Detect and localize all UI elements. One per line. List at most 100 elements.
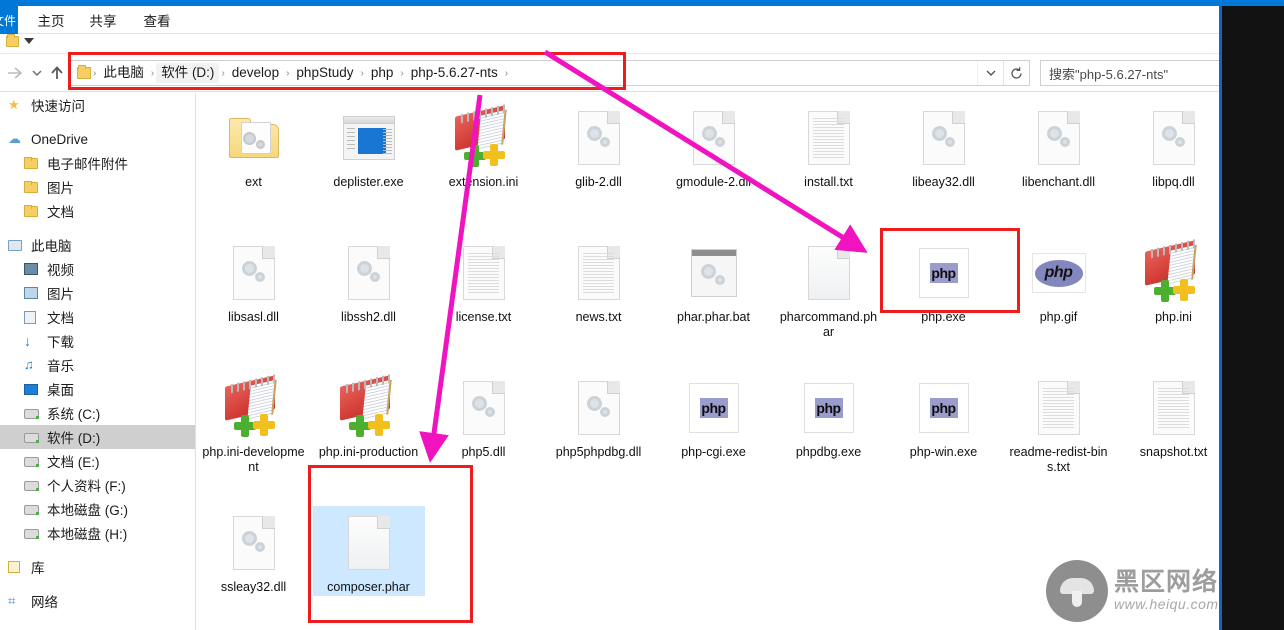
folder-icon[interactable] bbox=[6, 34, 19, 47]
sidebar-item-23[interactable]: ⌗ 网络 bbox=[0, 589, 195, 613]
breadcrumb-item-2[interactable]: develop bbox=[227, 63, 284, 83]
file-item[interactable]: php.ini-production bbox=[311, 367, 426, 502]
file-item[interactable]: ssleay32.dll bbox=[196, 502, 311, 630]
tab-view[interactable]: 查看 bbox=[134, 6, 180, 34]
plain-file-icon bbox=[337, 508, 401, 578]
sidebar-item-0[interactable]: ★ 快速访问 bbox=[0, 93, 195, 117]
file-name-label: extension.ini bbox=[448, 175, 519, 189]
sidebar-item-3[interactable]: 电子邮件附件 bbox=[0, 151, 195, 175]
address-bar[interactable]: › 此电脑 › 软件 (D:) › develop › phpStudy › php › php-5.… bbox=[70, 60, 1030, 86]
folder-icon bbox=[24, 179, 41, 195]
file-name-label: pharcommand.phar bbox=[779, 310, 878, 339]
notepadpp-icon bbox=[337, 373, 401, 443]
file-item[interactable]: php5phpdbg.dll bbox=[541, 367, 656, 502]
music-icon: ♫ bbox=[24, 357, 34, 372]
tab-view-label: 查看 bbox=[143, 14, 171, 29]
file-name-label: install.txt bbox=[804, 175, 853, 189]
file-item[interactable]: php.ini-development bbox=[196, 367, 311, 502]
file-name-label: deplister.exe bbox=[333, 175, 404, 189]
sidebar-item-label: 个人资料 (F:) bbox=[47, 479, 126, 494]
sidebar-item-11[interactable]: ↓ 下载 bbox=[0, 329, 195, 353]
file-item[interactable]: phar.phar.bat bbox=[656, 232, 771, 367]
file-item[interactable]: install.txt bbox=[771, 97, 886, 232]
file-name-label: ext bbox=[245, 175, 262, 189]
file-item[interactable]: php.ini bbox=[1116, 232, 1231, 367]
file-item[interactable]: snapshot.txt bbox=[1116, 367, 1231, 502]
chevron-down-icon[interactable] bbox=[28, 62, 46, 84]
file-item[interactable]: php phpdbg.exe bbox=[771, 367, 886, 502]
sidebar-item-14[interactable]: 系统 (C:) bbox=[0, 401, 195, 425]
tab-share[interactable]: 共享 bbox=[80, 6, 126, 34]
drive-icon bbox=[24, 477, 41, 493]
sidebar-item-16[interactable]: 文档 (E:) bbox=[0, 449, 195, 473]
file-item[interactable]: php php-win.exe bbox=[886, 367, 1001, 502]
file-item[interactable]: libsasl.dll bbox=[196, 232, 311, 367]
dll-gears-icon bbox=[1142, 103, 1206, 173]
caret-down-icon[interactable] bbox=[24, 38, 34, 44]
file-item[interactable]: php5.dll bbox=[426, 367, 541, 502]
sidebar-item-7[interactable]: 此电脑 bbox=[0, 233, 195, 257]
sidebar-item-10[interactable]: 文档 bbox=[0, 305, 195, 329]
file-item[interactable]: extension.ini bbox=[426, 97, 541, 232]
sidebar-item-12[interactable]: ♫ 音乐 bbox=[0, 353, 195, 377]
sidebar-item-4[interactable]: 图片 bbox=[0, 175, 195, 199]
file-item[interactable]: php php-cgi.exe bbox=[656, 367, 771, 502]
breadcrumb-item-0[interactable]: 此电脑 bbox=[98, 63, 149, 83]
file-item[interactable]: php php.gif bbox=[1001, 232, 1116, 367]
sidebar-item-label: 库 bbox=[31, 561, 45, 576]
file-item[interactable]: php php.exe bbox=[886, 232, 1001, 367]
sidebar-item-17[interactable]: 个人资料 (F:) bbox=[0, 473, 195, 497]
file-item[interactable]: libeay32.dll bbox=[886, 97, 1001, 232]
file-item[interactable]: readme-redist-bins.txt bbox=[1001, 367, 1116, 502]
search-input[interactable]: 搜索"php-5.6.27-nts" bbox=[1041, 64, 1213, 83]
file-item[interactable]: libpq.dll bbox=[1116, 97, 1231, 232]
file-item[interactable]: pharcommand.phar bbox=[771, 232, 886, 367]
notepadpp-icon bbox=[1142, 238, 1206, 308]
file-item[interactable]: news.txt bbox=[541, 232, 656, 367]
breadcrumb-separator: › bbox=[400, 67, 404, 79]
tab-file[interactable]: 文件 bbox=[0, 6, 18, 34]
arrow-right-icon[interactable] bbox=[3, 62, 27, 84]
breadcrumb-item-1[interactable]: 软件 (D:) bbox=[156, 63, 220, 83]
sidebar-item-8[interactable]: 视频 bbox=[0, 257, 195, 281]
file-item[interactable]: composer.phar bbox=[311, 502, 426, 630]
sidebar-item-5[interactable]: 文档 bbox=[0, 199, 195, 223]
tab-home[interactable]: 主页 bbox=[28, 6, 74, 34]
dll-gears-icon bbox=[337, 238, 401, 308]
file-name-label: php.exe bbox=[921, 310, 966, 324]
library-icon bbox=[8, 559, 25, 575]
file-item[interactable]: ext bbox=[196, 97, 311, 232]
breadcrumb-item-3[interactable]: phpStudy bbox=[291, 63, 358, 83]
arrow-up-icon[interactable] bbox=[46, 62, 68, 84]
video-icon bbox=[24, 261, 41, 277]
sidebar-item-15[interactable]: 软件 (D:) bbox=[0, 425, 195, 449]
sidebar-item-13[interactable]: 桌面 bbox=[0, 377, 195, 401]
file-item[interactable]: license.txt bbox=[426, 232, 541, 367]
file-list-pane[interactable]: ext deplister.exe extension.ini glib-2.dll g… bbox=[196, 93, 1284, 630]
breadcrumb-item-5[interactable]: php-5.6.27-nts bbox=[406, 63, 503, 83]
php-exe-icon: php bbox=[797, 373, 861, 443]
sidebar-item-19[interactable]: 本地磁盘 (H:) bbox=[0, 521, 195, 545]
sidebar-item-18[interactable]: 本地磁盘 (G:) bbox=[0, 497, 195, 521]
sidebar-item-9[interactable]: 图片 bbox=[0, 281, 195, 305]
file-item[interactable]: glib-2.dll bbox=[541, 97, 656, 232]
text-file-icon bbox=[567, 238, 631, 308]
file-item[interactable]: gmodule-2.dll bbox=[656, 97, 771, 232]
drive-icon bbox=[24, 429, 41, 445]
file-item[interactable]: deplister.exe bbox=[311, 97, 426, 232]
dll-gears-icon bbox=[1027, 103, 1091, 173]
file-name-label: php5phpdbg.dll bbox=[555, 445, 642, 459]
sidebar-item-label: 桌面 bbox=[47, 383, 74, 398]
chevron-down-icon[interactable] bbox=[977, 61, 1003, 85]
breadcrumb-item-4[interactable]: php bbox=[366, 63, 399, 83]
sidebar-item-2[interactable]: ☁ OneDrive bbox=[0, 127, 195, 151]
sidebar-item-21[interactable]: 库 bbox=[0, 555, 195, 579]
search-box[interactable]: 搜索"php-5.6.27-nts" bbox=[1040, 60, 1238, 86]
file-item[interactable]: libssh2.dll bbox=[311, 232, 426, 367]
tab-share-label: 共享 bbox=[89, 14, 117, 29]
navigation-pane[interactable]: ★ 快速访问 ☁ OneDrive 电子邮件附件 图片 文档 此电脑 视频 图片 文档 ↓ 下载 ♫ 音乐桌… bbox=[0, 93, 196, 630]
refresh-icon[interactable] bbox=[1003, 61, 1029, 85]
dll-gears-icon bbox=[452, 373, 516, 443]
breadcrumb-separator: › bbox=[504, 67, 509, 79]
file-item[interactable]: libenchant.dll bbox=[1001, 97, 1116, 232]
